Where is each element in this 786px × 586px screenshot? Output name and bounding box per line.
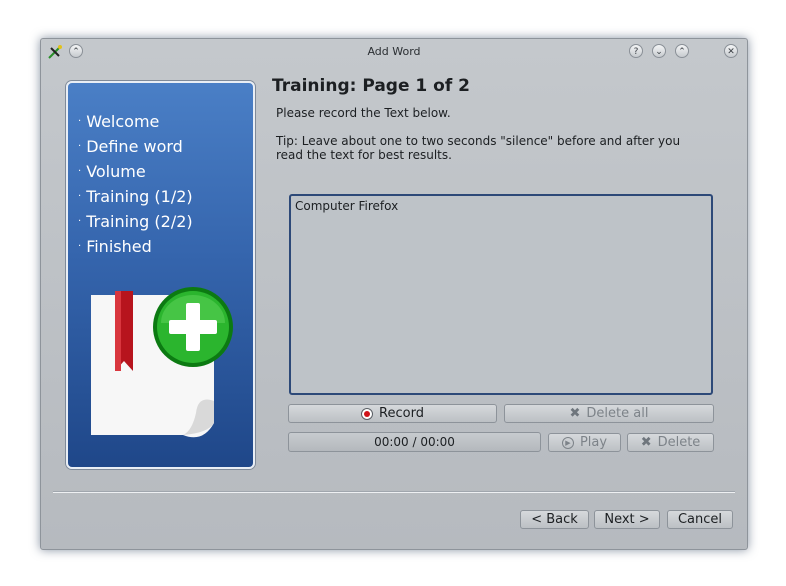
record-label: Record <box>379 406 424 421</box>
recording-progress: 00:00 / 00:00 <box>288 432 541 452</box>
prompt-text-box: Computer Firefox <box>289 194 713 395</box>
delete-icon: ✖ <box>640 435 652 450</box>
back-button[interactable]: < Back <box>520 510 589 529</box>
step-training-1: · Training (1/2) <box>78 187 193 206</box>
play-button[interactable]: ▶ Play <box>548 433 621 452</box>
add-word-dialog: ⌃ Add Word ? ⌄ ⌃ ✕ · Welcome · Define word… <box>40 38 748 550</box>
step-finished: · Finished <box>78 237 152 256</box>
play-label: Play <box>579 435 608 450</box>
wizard-steps: · Welcome · Define word · Volume · Training … <box>78 111 193 261</box>
title-bar[interactable]: ⌃ Add Word ? ⌄ ⌃ ✕ <box>41 39 747 63</box>
step-welcome: · Welcome <box>78 112 160 131</box>
instruction-text: Please record the Text below. <box>276 106 451 120</box>
maximize-icon[interactable]: ⌃ <box>675 44 689 58</box>
next-button[interactable]: Next > <box>594 510 660 529</box>
help-icon[interactable]: ? <box>629 44 643 58</box>
step-training-2: · Training (2/2) <box>78 212 193 231</box>
tip-text: Tip: Leave about one to two seconds "sil… <box>276 134 681 162</box>
prompt-text: Computer Firefox <box>295 199 399 213</box>
delete-all-label: Delete all <box>586 406 649 421</box>
step-volume: · Volume <box>78 162 146 181</box>
play-icon: ▶ <box>561 436 574 449</box>
footer-separator <box>53 491 735 493</box>
step-define-word: · Define word <box>78 137 183 156</box>
minimize-icon[interactable]: ⌄ <box>652 44 666 58</box>
delete-button[interactable]: ✖ Delete <box>627 433 714 452</box>
wizard-sidebar: · Welcome · Define word · Volume · Training … <box>66 81 255 469</box>
add-word-illustration-icon <box>91 287 233 438</box>
delete-all-button[interactable]: ✖ Delete all <box>504 404 714 423</box>
cancel-button[interactable]: Cancel <box>667 510 733 529</box>
record-icon <box>361 407 374 420</box>
page-title: Training: Page 1 of 2 <box>272 76 470 96</box>
record-button[interactable]: Record <box>288 404 497 423</box>
close-icon[interactable]: ✕ <box>724 44 738 58</box>
delete-all-icon: ✖ <box>569 406 581 421</box>
delete-label: Delete <box>657 435 701 450</box>
